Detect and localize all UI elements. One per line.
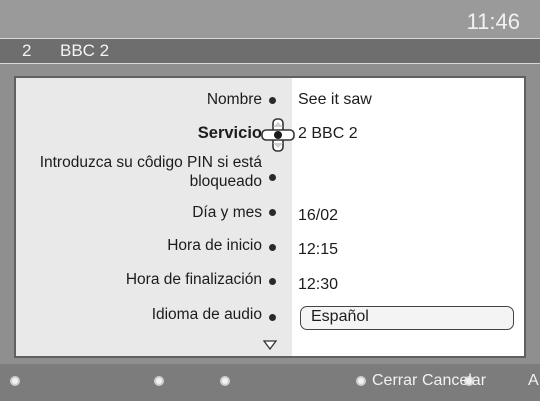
label-dia-mes: Día y mes [192,204,262,221]
bullet-icon [269,244,276,251]
value-nombre: See it saw [298,91,372,108]
label-hora-fin: Hora de finalización [125,271,262,288]
yellow-key-icon[interactable] [220,376,230,386]
footer-bar: Cerrar Cancelar A [0,364,540,401]
tv-screen: 11:46 2 BBC 2 Nombre See it saw Servicio… [0,0,540,401]
green-key-icon[interactable] [154,376,164,386]
bullet-icon [269,209,276,216]
value-servicio: 2 BBC 2 [298,125,358,142]
channel-bar: 2 BBC 2 [0,38,540,64]
audio-language-select[interactable]: Español [300,306,514,330]
close-button[interactable]: Cerrar [372,372,417,390]
bullet-icon [269,278,276,285]
bullet-icon [269,174,276,181]
value-hora-inicio: 12:15 [298,241,339,258]
cancel-button[interactable]: Cancelar [422,372,486,390]
label-idioma: Idioma de audio [151,306,262,323]
top-bar: 11:46 [0,0,540,38]
value-dia-mes: 16/02 [298,207,339,224]
channel-name: BBC 2 [60,41,110,60]
label-pin: Introduzca su côdigo PIN si está bloquea… [39,154,262,190]
red-key-icon[interactable] [10,376,20,386]
label-servicio: Servicio [197,124,262,142]
extra-button[interactable]: A [528,372,539,390]
navigation-cross-icon[interactable] [260,117,296,153]
bullet-icon [269,97,276,104]
recording-form-panel: Nombre See it saw Servicio 2 BBC 2 Intro… [14,76,526,358]
label-hora-inicio: Hora de inicio [167,237,262,254]
value-hora-fin: 12:30 [298,276,339,293]
bullet-icon [269,314,276,321]
scroll-down-arrow-icon[interactable] [263,340,277,350]
audio-language-value: Español [311,308,369,325]
label-nombre: Nombre [206,91,262,108]
channel-number: 2 [22,41,32,60]
clock: 11:46 [466,9,520,34]
blue-key-icon[interactable] [356,376,366,386]
